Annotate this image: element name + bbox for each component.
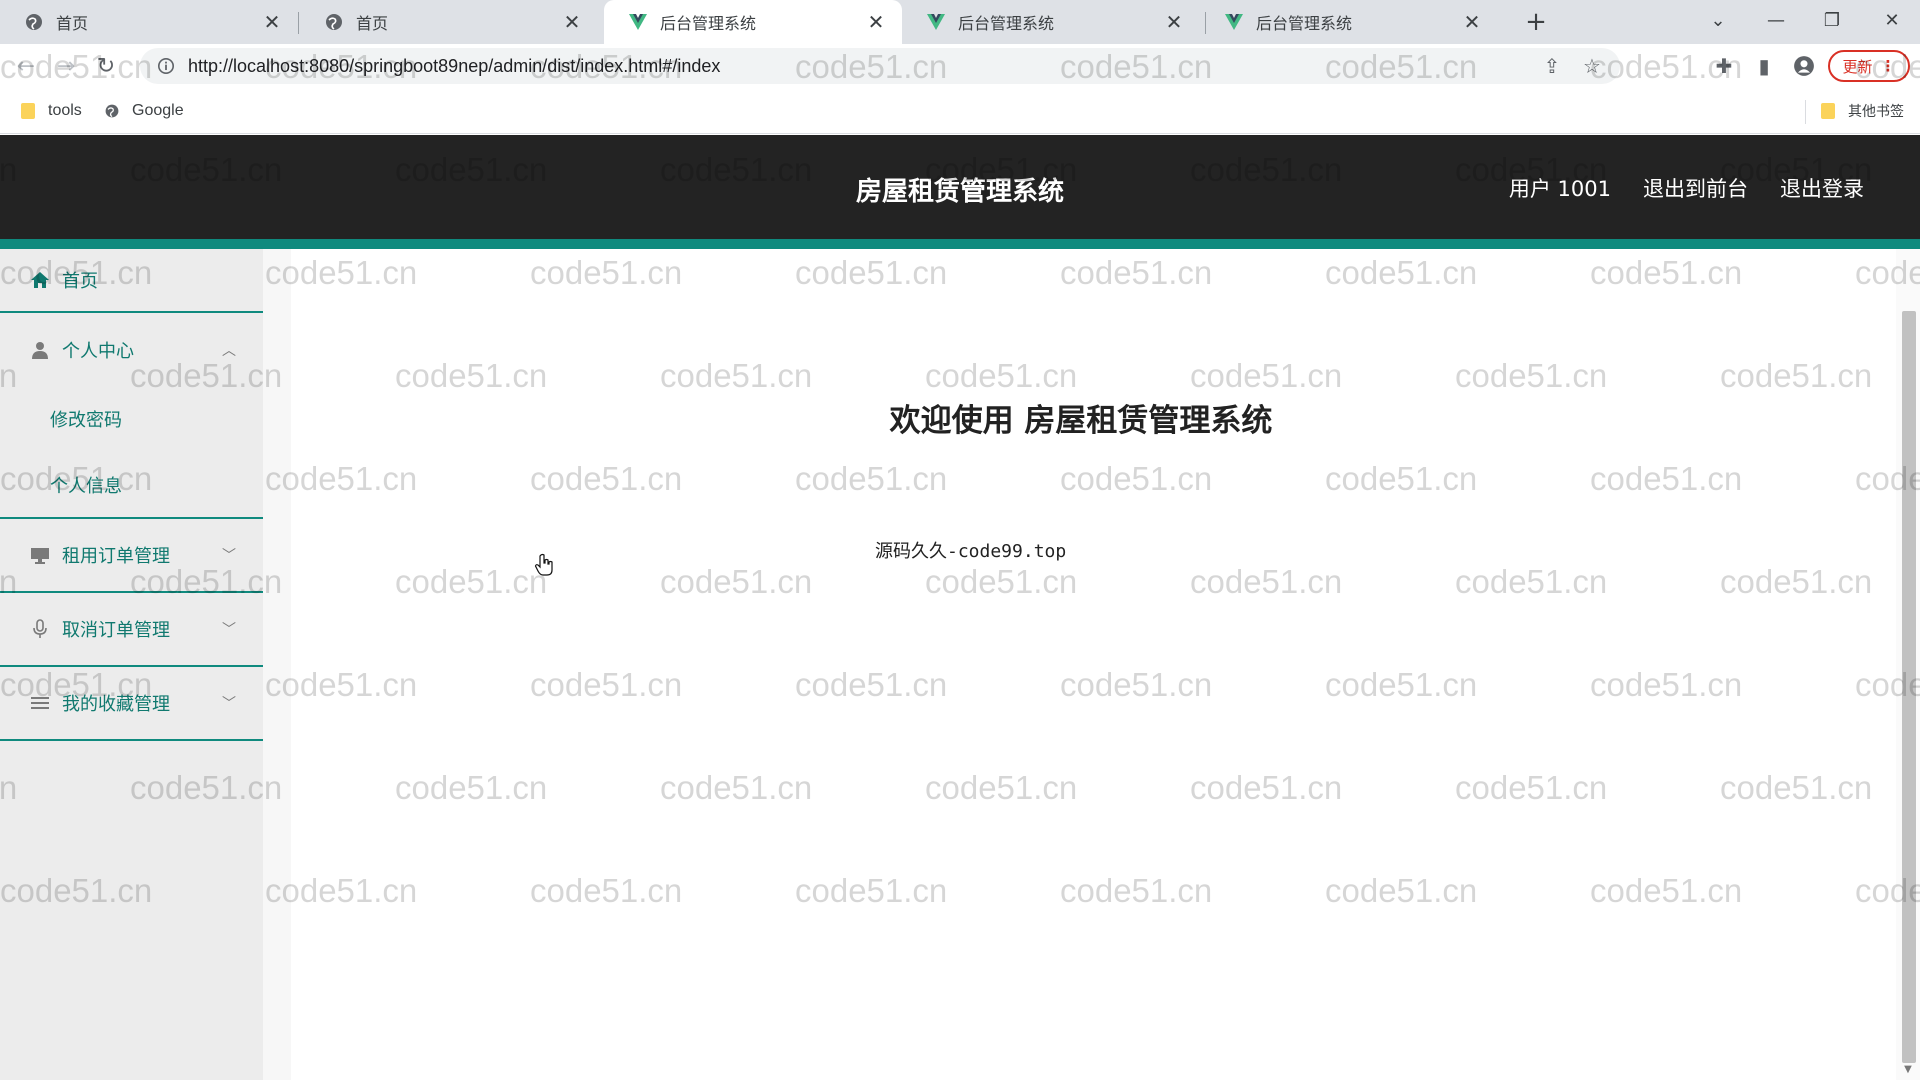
- tab-search-chevron-icon[interactable]: ⌄: [1690, 0, 1746, 40]
- close-icon[interactable]: ✕: [260, 10, 284, 34]
- side-panel-icon[interactable]: ▮: [1748, 50, 1780, 82]
- update-button[interactable]: 更新 ⋮: [1828, 50, 1910, 82]
- welcome-heading: 欢迎使用 房屋租赁管理系统: [889, 403, 1273, 439]
- back-arrow-icon[interactable]: ←: [10, 50, 42, 82]
- header-accent-bar: [0, 239, 1920, 249]
- bookmark-separator: [1805, 100, 1806, 124]
- sidebar-item-home[interactable]: 首页: [0, 249, 263, 311]
- header-links: 用户 1001 退出到前台 退出登录: [1509, 173, 1864, 203]
- microphone-icon: [30, 619, 50, 639]
- tab-title: 后台管理系统: [958, 14, 1055, 33]
- bookmark-google[interactable]: Google: [104, 98, 184, 124]
- close-icon[interactable]: ✕: [864, 10, 888, 34]
- update-label: 更新: [1842, 57, 1873, 76]
- browser-tab-strip: 首页 ✕ 首页 ✕ 后台管理系统 ✕ 后台管理系统 ✕ 后台管理系统 ✕ + ⌄…: [0, 0, 1920, 44]
- browser-tab-2[interactable]: 首页 ✕: [300, 0, 598, 44]
- other-bookmarks-label: 其他书签: [1848, 103, 1904, 119]
- sidebar-item-label: 个人中心: [62, 341, 134, 362]
- app-header: 房屋租赁管理系统 用户 1001 退出到前台 退出登录: [0, 135, 1920, 239]
- globe-icon: [324, 12, 344, 32]
- extensions-puzzle-icon[interactable]: ✚: [1708, 50, 1740, 82]
- source-text: 源码久久-code99.top: [875, 541, 1067, 562]
- back-to-front-link[interactable]: 退出到前台: [1643, 173, 1748, 203]
- globe-icon: [24, 12, 44, 32]
- folder-icon: [20, 102, 36, 120]
- sidebar-subitem-personal-info[interactable]: 个人信息: [50, 472, 122, 498]
- logout-link[interactable]: 退出登录: [1780, 173, 1864, 203]
- new-tab-plus-icon[interactable]: +: [1520, 6, 1552, 38]
- globe-icon: [104, 102, 120, 120]
- site-info-icon[interactable]: [156, 56, 176, 76]
- tab-separator: [298, 12, 299, 34]
- tab-title: 首页: [356, 14, 389, 33]
- current-user-label: 用户 1001: [1508, 177, 1611, 201]
- bookmark-label: tools: [48, 102, 82, 119]
- tab-title: 后台管理系统: [1256, 14, 1353, 33]
- bookmark-tools[interactable]: tools: [20, 98, 82, 124]
- folder-icon: [1820, 102, 1836, 120]
- tab-title: 首页: [56, 14, 89, 33]
- user-icon: [30, 340, 50, 360]
- chevron-up-icon: ︿: [222, 343, 236, 359]
- main-content: 欢迎使用 房屋租赁管理系统 源码久久-code99.top: [291, 249, 1871, 1080]
- close-icon[interactable]: ✕: [1460, 10, 1484, 34]
- sidebar-item-label: 取消订单管理: [62, 620, 170, 641]
- browser-tab-5[interactable]: 后台管理系统 ✕: [1200, 0, 1498, 44]
- monitor-icon: [30, 545, 50, 565]
- tab-title: 后台管理系统: [660, 14, 757, 33]
- chevron-down-icon: ﹀: [222, 548, 236, 564]
- forward-arrow-icon[interactable]: →: [50, 50, 82, 82]
- restore-icon[interactable]: ❐: [1804, 0, 1860, 40]
- home-icon: [30, 270, 50, 290]
- browser-toolbar: ← → ↻ http://localhost:8080/springboot89…: [0, 44, 1920, 88]
- sidebar-item-cancel-orders[interactable]: 取消订单管理 ﹀: [0, 593, 263, 665]
- content-gutter: [263, 249, 291, 1080]
- sidebar-item-favorites[interactable]: 我的收藏管理 ﹀: [0, 667, 263, 739]
- vue-logo-icon: [926, 12, 946, 32]
- bookmark-label: Google: [132, 102, 184, 119]
- reload-icon[interactable]: ↻: [90, 50, 122, 82]
- share-icon[interactable]: ⇪: [1534, 48, 1570, 84]
- sidebar-item-label: 我的收藏管理: [62, 694, 170, 715]
- window-close-icon[interactable]: ✕: [1864, 0, 1920, 40]
- close-icon[interactable]: ✕: [1162, 10, 1186, 34]
- browser-tab-4[interactable]: 后台管理系统 ✕: [902, 0, 1200, 44]
- vue-logo-icon: [1224, 12, 1244, 32]
- list-icon: [30, 693, 50, 713]
- scrollbar-thumb[interactable]: [1902, 311, 1916, 1063]
- sidebar-item-label: 首页: [62, 271, 98, 292]
- scroll-down-arrow-icon[interactable]: ▼: [1900, 1064, 1916, 1076]
- hand-cursor-icon: [534, 553, 553, 576]
- sidebar-item-personal-center[interactable]: 个人中心 ︿: [0, 313, 263, 387]
- browser-tab-1[interactable]: 首页 ✕: [0, 0, 298, 44]
- bookmarks-bar: tools Google 其他书签: [0, 88, 1920, 134]
- bookmark-star-icon[interactable]: ☆: [1574, 48, 1610, 84]
- sidebar-subitem-change-password[interactable]: 修改密码: [50, 406, 122, 432]
- browser-tab-3-active[interactable]: 后台管理系统 ✕: [604, 0, 902, 44]
- profile-avatar-icon[interactable]: [1788, 50, 1820, 82]
- address-bar[interactable]: http://localhost:8080/springboot89nep/ad…: [140, 48, 1620, 84]
- minimize-icon[interactable]: —: [1748, 0, 1804, 40]
- other-bookmarks[interactable]: 其他书签: [1820, 98, 1904, 124]
- chevron-down-icon: ﹀: [222, 622, 236, 638]
- sidebar-item-rental-orders[interactable]: 租用订单管理 ﹀: [0, 519, 263, 591]
- chevron-down-icon: ﹀: [222, 696, 236, 712]
- sidebar-item-label: 租用订单管理: [62, 546, 170, 567]
- close-icon[interactable]: ✕: [560, 10, 584, 34]
- menu-divider: [0, 739, 263, 741]
- kebab-menu-icon: ⋮: [1880, 57, 1896, 75]
- url-text[interactable]: http://localhost:8080/springboot89nep/ad…: [188, 56, 720, 77]
- sidebar: 首页 个人中心 ︿ 修改密码 个人信息 租用订单管理 ﹀ 取消订单管理 ﹀ 我的…: [0, 249, 263, 1080]
- vue-logo-icon: [628, 12, 648, 32]
